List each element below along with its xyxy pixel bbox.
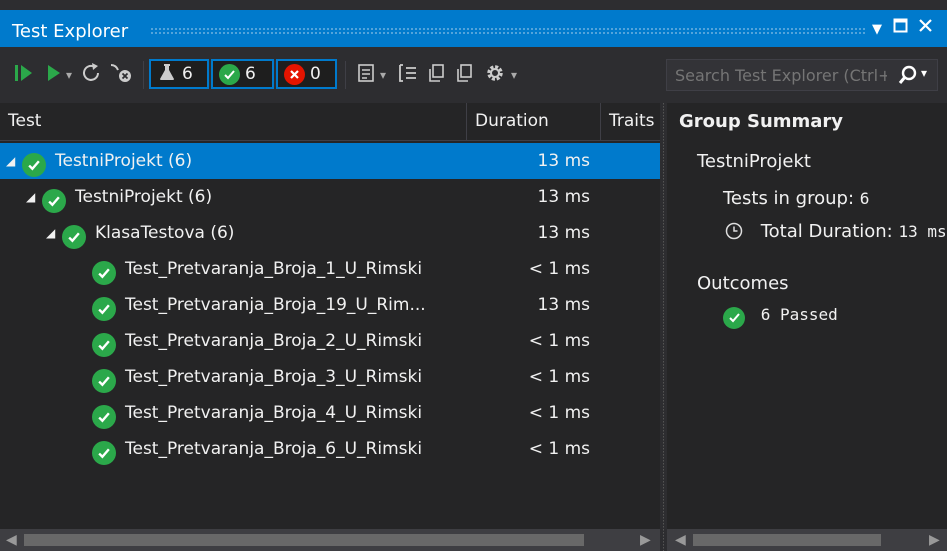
tree-row[interactable]: ◢ KlasaTestova (6) 13 ms (0, 215, 660, 251)
expand-collapse-icon[interactable]: ◢ (46, 215, 55, 251)
error-circle-icon (284, 63, 305, 85)
tree-row[interactable]: ◢ TestniProjekt (6) 13 ms (0, 179, 660, 215)
test-duration: < 1 ms (528, 367, 590, 387)
search-icon[interactable] (897, 64, 919, 90)
copy-icon[interactable] (426, 61, 448, 89)
summary-horizontal-scrollbar[interactable]: ◀ ▶ (667, 529, 947, 551)
tests-in-group: Tests in group: 6 (723, 188, 869, 209)
filter-failed-button[interactable]: 0 (276, 59, 337, 89)
passed-text[interactable]: 6 Passed (761, 305, 838, 324)
group-summary-pane: Group Summary TestniProjekt Tests in gro… (667, 103, 947, 551)
test-list-pane: Test Duration Traits ◢ TestniProjekt (6) 1… (0, 103, 660, 551)
cancel-icon[interactable] (108, 61, 134, 89)
test-name: TestniProjekt (6) (55, 151, 193, 171)
check-circle-icon (723, 306, 745, 329)
run-dropdown-icon[interactable]: ▾ (66, 61, 72, 89)
search-input[interactable] (667, 60, 895, 90)
test-duration: < 1 ms (528, 259, 590, 279)
scroll-left-icon[interactable]: ◀ (675, 531, 686, 549)
test-name: Test_Pretvaranja_Broja_6_U_Rimski (125, 439, 423, 459)
outcome-passed: 6 Passed (723, 304, 838, 329)
column-header-duration[interactable]: Duration (466, 103, 600, 140)
test-name: KlasaTestova (6) (95, 223, 235, 243)
maximize-icon[interactable] (893, 18, 908, 38)
test-name: Test_Pretvaranja_Broja_4_U_Rimski (125, 403, 423, 423)
test-duration: < 1 ms (528, 439, 590, 459)
tests-in-group-label: Tests in group: (723, 188, 855, 209)
check-circle-icon (219, 63, 240, 85)
settings-dropdown-icon[interactable]: ▾ (511, 61, 517, 89)
tests-in-group-value: 6 (859, 189, 870, 208)
refresh-icon[interactable] (80, 61, 104, 89)
window-title: Test Explorer (12, 21, 129, 42)
passed-count: 6 (245, 64, 256, 84)
tree-row[interactable]: Test_Pretvaranja_Broja_4_U_Rimski < 1 ms (0, 395, 660, 431)
tree-row[interactable]: Test_Pretvaranja_Broja_19_U_Rim... 13 ms (0, 287, 660, 323)
group-by-icon[interactable] (396, 61, 420, 89)
failed-count: 0 (310, 64, 321, 84)
test-name: Test_Pretvaranja_Broja_3_U_Rimski (125, 367, 423, 387)
test-name: Test_Pretvaranja_Broja_2_U_Rimski (125, 331, 423, 351)
all-count: 6 (182, 64, 193, 84)
clock-icon (725, 222, 743, 245)
test-explorer-window: Test Explorer ▼ ▾ 6 6 0 ▾ ▾ Search Test … (0, 0, 947, 551)
pane-splitter[interactable] (660, 103, 667, 551)
scroll-right-icon[interactable]: ▶ (929, 531, 940, 549)
tree-row[interactable]: Test_Pretvaranja_Broja_3_U_Rimski < 1 ms (0, 359, 660, 395)
test-duration: 13 ms (537, 223, 590, 243)
total-duration-label: Total Duration: (760, 221, 893, 242)
tree-row[interactable]: Test_Pretvaranja_Broja_2_U_Rimski < 1 ms (0, 323, 660, 359)
window-menu-icon[interactable]: ▼ (872, 20, 882, 40)
search-dropdown-icon[interactable]: ▾ (921, 66, 927, 80)
expand-collapse-icon[interactable]: ◢ (6, 143, 15, 179)
group-name: TestniProjekt (697, 151, 811, 172)
title-grip[interactable] (150, 27, 867, 35)
total-duration: Total Duration: 13 ms (725, 221, 947, 245)
settings-icon[interactable] (483, 61, 507, 89)
test-tree: ◢ TestniProjekt (6) 13 ms ◢ TestniProjekt (6… (0, 143, 660, 467)
summary-heading: Group Summary (679, 111, 844, 132)
scroll-left-icon[interactable]: ◀ (6, 531, 17, 549)
title-bar: Test Explorer ▼ (0, 0, 947, 47)
expand-collapse-icon[interactable]: ◢ (26, 179, 35, 215)
test-name: Test_Pretvaranja_Broja_19_U_Rim... (125, 295, 426, 315)
total-duration-value: 13 ms (898, 222, 947, 241)
column-headers: Test Duration Traits (0, 103, 660, 141)
toolbar: ▾ 6 6 0 ▾ ▾ Search Test Explorer (Ctrl+E… (0, 47, 947, 103)
filter-all-button[interactable]: 6 (149, 59, 209, 89)
run-all-icon[interactable] (12, 61, 36, 89)
tree-row[interactable]: ◢ TestniProjekt (6) 13 ms (0, 143, 660, 179)
flask-icon (157, 62, 177, 87)
tree-row[interactable]: Test_Pretvaranja_Broja_6_U_Rimski < 1 ms (0, 431, 660, 467)
column-header-traits[interactable]: Traits (600, 103, 660, 140)
close-icon[interactable] (918, 18, 933, 38)
test-duration: 13 ms (537, 187, 590, 207)
scrollbar-thumb[interactable] (24, 534, 584, 546)
playlist-dropdown-icon[interactable]: ▾ (380, 61, 386, 89)
test-duration: < 1 ms (528, 403, 590, 423)
test-duration: < 1 ms (528, 331, 590, 351)
test-duration: 13 ms (537, 295, 590, 315)
test-duration: 13 ms (537, 151, 590, 171)
horizontal-scrollbar[interactable]: ◀ ▶ (0, 529, 660, 551)
check-circle-icon (92, 437, 116, 473)
copy-icon[interactable] (454, 61, 476, 89)
summary-scrollbar-thumb[interactable] (693, 534, 881, 546)
column-header-test[interactable]: Test (0, 103, 466, 140)
test-name: Test_Pretvaranja_Broja_1_U_Rimski (125, 259, 423, 279)
search-box[interactable]: ▾ (666, 59, 938, 91)
test-name: TestniProjekt (6) (75, 187, 213, 207)
tree-row[interactable]: Test_Pretvaranja_Broja_1_U_Rimski < 1 ms (0, 251, 660, 287)
playlist-icon[interactable] (356, 61, 378, 89)
run-icon[interactable] (44, 61, 66, 89)
filter-passed-button[interactable]: 6 (211, 59, 274, 89)
outcomes-label: Outcomes (697, 273, 789, 294)
scroll-right-icon[interactable]: ▶ (640, 531, 651, 549)
